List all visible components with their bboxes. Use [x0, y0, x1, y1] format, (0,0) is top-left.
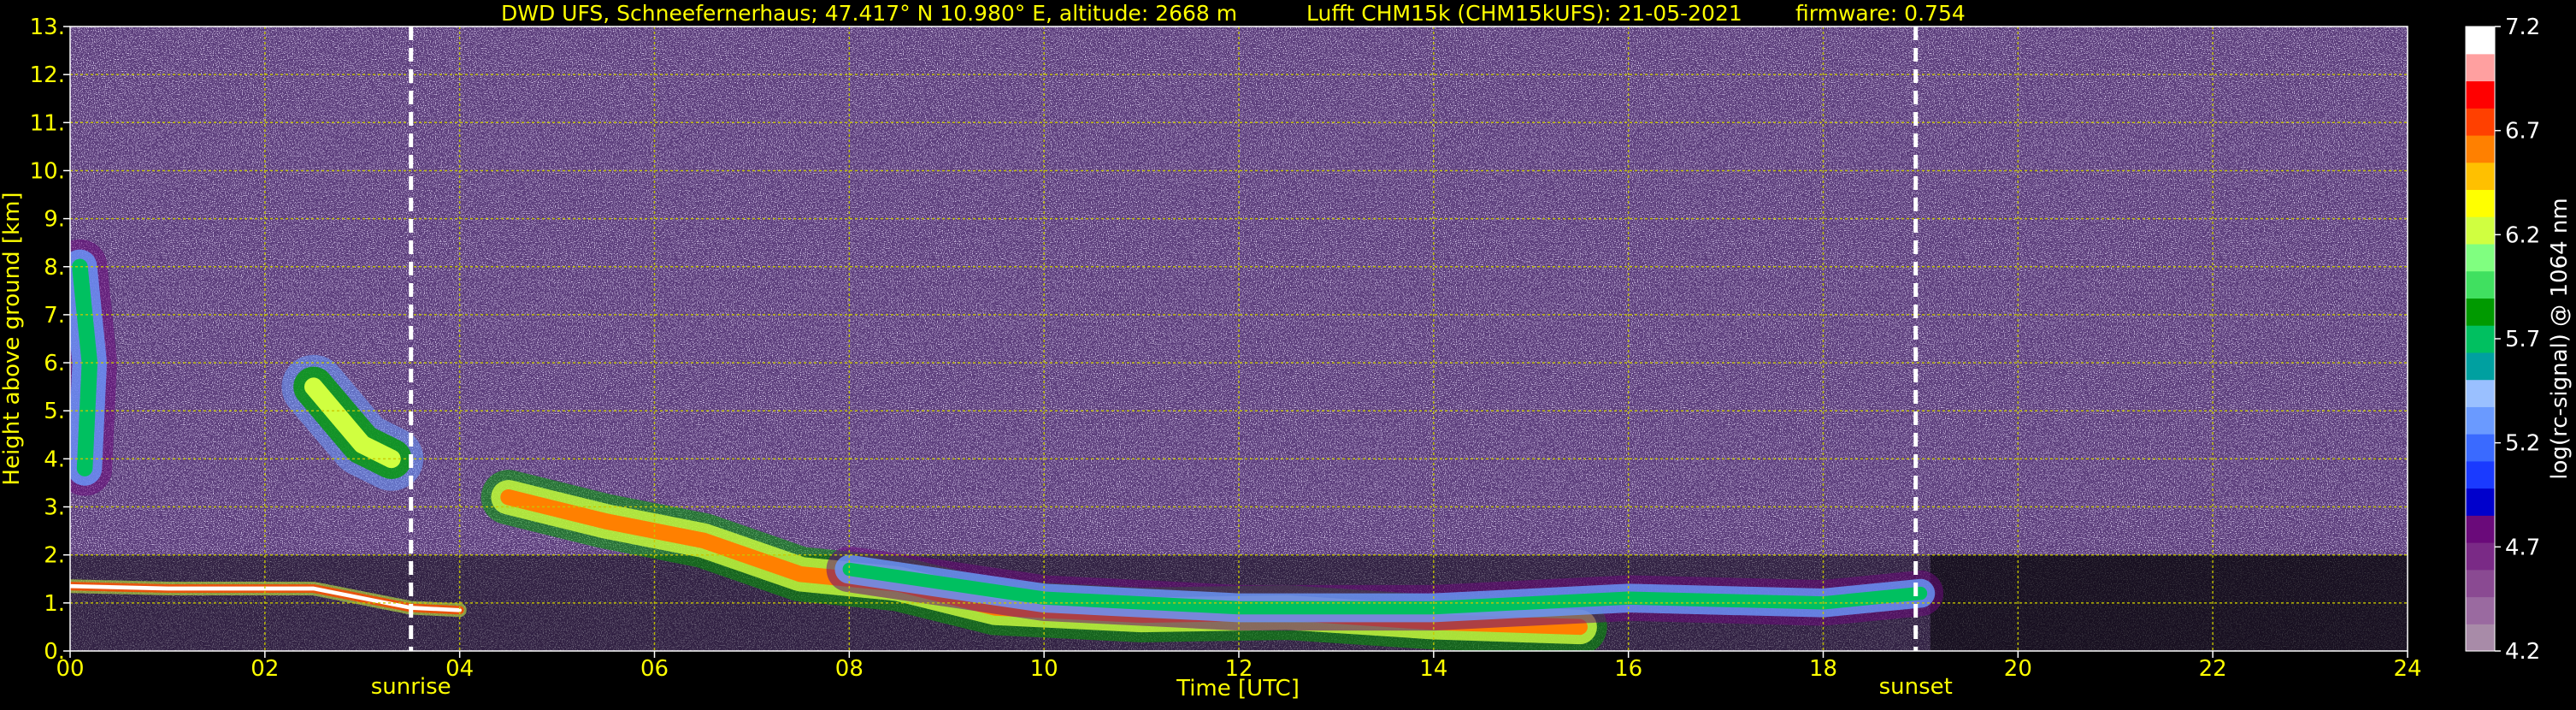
x-tick-label: 14	[1419, 656, 1447, 682]
x-tick-label: 10	[1030, 656, 1058, 682]
event-label-sunrise: sunrise	[371, 674, 451, 700]
colorbar-swatch	[2466, 325, 2495, 353]
y-tick-label: 0.	[44, 639, 65, 665]
colorbar-swatch	[2466, 406, 2495, 435]
colorbar-tick-label: 5.2	[2505, 431, 2540, 457]
y-tick-label: 1.	[44, 591, 65, 617]
colorbar-swatch	[2466, 270, 2495, 299]
ceilometer-figure: DWD UFS, Schneefernerhaus; 47.417° N 10.…	[0, 0, 2576, 707]
y-tick-label: 6.	[44, 351, 65, 376]
x-tick-label: 24	[2393, 656, 2421, 682]
colorbar-swatch	[2466, 162, 2495, 191]
x-tick-label: 06	[640, 656, 669, 682]
colorbar-tick-label: 5.7	[2505, 327, 2540, 352]
colorbar-tick-label: 6.7	[2505, 119, 2540, 145]
y-tick-label: 4.	[44, 447, 65, 472]
y-tick-label: 2.	[44, 543, 65, 569]
event-label-sunset: sunset	[1879, 674, 1953, 700]
colorbar-swatch	[2466, 243, 2495, 272]
y-tick-label: 5.	[44, 399, 65, 424]
title-instrument: Lufft CHM15k (CHM15kUFS): 21-05-2021	[1306, 1, 1742, 26]
colorbar-swatch	[2466, 108, 2495, 136]
x-tick-label: 20	[2004, 656, 2032, 682]
x-tick-label: 02	[251, 656, 279, 682]
colorbar-swatch	[2466, 434, 2495, 462]
colorbar-swatch	[2466, 352, 2495, 381]
y-tick-label: 9.	[44, 207, 65, 233]
colorbar-swatch	[2466, 596, 2495, 624]
colorbar-swatch	[2466, 134, 2495, 163]
colorbar-tick-label: 4.7	[2505, 535, 2540, 560]
plot-area	[70, 27, 2408, 651]
colorbar-swatch	[2466, 298, 2495, 326]
colorbar-swatch	[2466, 216, 2495, 245]
y-tick-label: 3.	[44, 495, 65, 521]
colorbar-swatch	[2466, 624, 2495, 652]
title-station: DWD UFS, Schneefernerhaus; 47.417° N 10.…	[501, 1, 1237, 26]
colorbar-swatch	[2466, 189, 2495, 217]
colorbar-swatch	[2466, 569, 2495, 598]
x-tick-label: 08	[835, 656, 864, 682]
colorbar-swatch	[2466, 80, 2495, 109]
y-tick-label: 12.	[30, 62, 65, 88]
y-tick-label: 13.	[30, 15, 65, 40]
colorbar	[2465, 26, 2496, 652]
colorbar-tick-label: 4.2	[2505, 639, 2540, 665]
colorbar-swatch	[2466, 542, 2495, 571]
colorbar-swatch	[2466, 53, 2495, 82]
colorbar-swatch	[2466, 488, 2495, 516]
x-tick-label: 16	[1614, 656, 1642, 682]
y-tick-label: 10.	[30, 158, 65, 184]
colorbar-tick-label: 6.2	[2505, 222, 2540, 248]
chart-svg: DWD UFS, Schneefernerhaus; 47.417° N 10.…	[0, 0, 2576, 707]
colorbar-swatch	[2466, 27, 2495, 55]
colorbar-swatch	[2466, 379, 2495, 407]
y-tick-label: 11.	[30, 110, 65, 136]
y-tick-label: 8.	[44, 255, 65, 281]
x-tick-label: 22	[2199, 656, 2227, 682]
y-axis-label: Height above ground [km]	[0, 192, 25, 485]
y-tick-label: 7.	[44, 303, 65, 328]
x-tick-label: 18	[1809, 656, 1837, 682]
colorbar-tick-label: 7.2	[2505, 15, 2540, 40]
title-firmware: firmware: 0.754	[1795, 1, 1966, 26]
colorbar-swatch	[2466, 515, 2495, 543]
colorbar-label: log(rc-signal) @ 1064 nm	[2547, 198, 2573, 479]
x-axis-label: Time [UTC]	[1176, 676, 1300, 701]
colorbar-swatch	[2466, 460, 2495, 489]
